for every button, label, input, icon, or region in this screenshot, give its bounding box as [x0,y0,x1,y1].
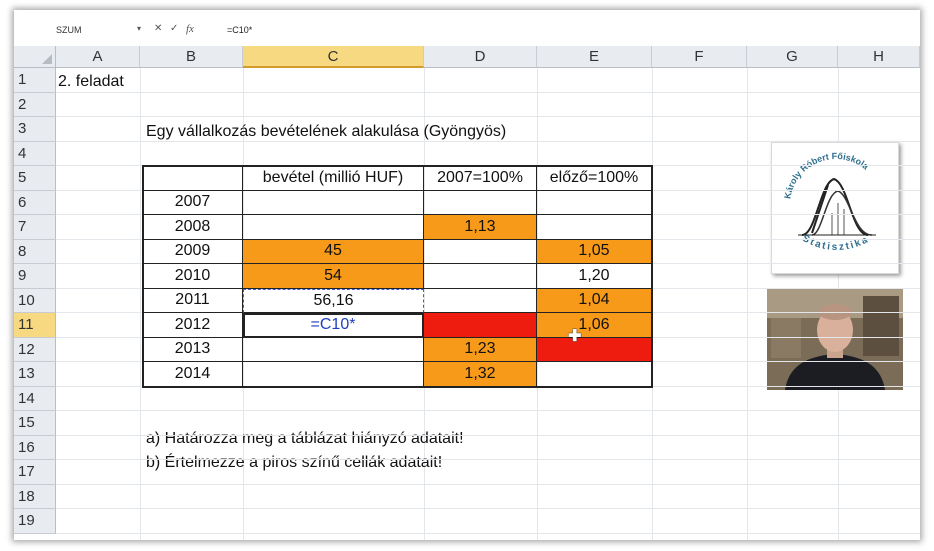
row-header[interactable]: 15 [14,411,56,436]
cell-b15[interactable]: a) Határozza meg a táblázat hiányzó adat… [146,427,464,451]
row-header[interactable]: 3 [14,117,56,142]
svg-text:Károly Róbert Főiskola: Károly Róbert Főiskola [782,151,871,200]
presenter-video [767,288,903,390]
row-header[interactable]: 7 [14,215,56,240]
column-header-a[interactable]: A [56,46,140,68]
column-header-b[interactable]: B [140,46,243,68]
row-header[interactable]: 12 [14,337,56,362]
name-box[interactable]: SZUM [56,25,82,35]
cell-cursor-icon: ✚ [568,327,582,345]
row-header[interactable]: 16 [14,435,56,460]
column-header-f[interactable]: F [652,46,747,68]
column-header-h[interactable]: H [838,46,920,68]
column-header-e[interactable]: E [537,46,652,68]
presenter-silhouette-icon [767,288,903,390]
row-header[interactable]: 9 [14,264,56,289]
statistics-logo-icon: Károly Róbert Főiskola Statisztika [782,151,876,253]
cell-b16[interactable]: b) Értelmezze a piros színű cellák adata… [146,451,442,475]
row-header[interactable]: 10 [14,288,56,313]
table-border [142,165,653,388]
row-header[interactable]: 11 [14,313,56,338]
formula-bar: SZUM ▾ ✕ ✓ fx =C10* [14,10,920,46]
row-header[interactable]: 17 [14,460,56,485]
column-header-c[interactable]: C [243,46,424,68]
row-header[interactable]: 14 [14,386,56,411]
cancel-icon[interactable]: ✕ [154,23,162,34]
logo-text-top: Károly Róbert Főiskola [782,151,871,200]
row-header[interactable]: 1 [14,68,56,93]
column-header-d[interactable]: D [424,46,537,68]
row-header[interactable]: 8 [14,239,56,264]
row-header[interactable]: 4 [14,141,56,166]
row-header[interactable]: 5 [14,166,56,191]
spreadsheet-window: SZUM ▾ ✕ ✓ fx =C10* A B C D E F G H 2. f… [14,10,920,540]
column-header-g[interactable]: G [747,46,838,68]
formula-input[interactable]: =C10* [227,25,252,35]
row-header[interactable]: 18 [14,484,56,509]
logo-text-bottom: Statisztika [800,233,869,253]
svg-text:Statisztika: Statisztika [800,233,871,253]
cell-a1[interactable]: 2. feladat [58,70,124,94]
name-box-dropdown-icon[interactable]: ▾ [137,24,141,33]
insert-function-icon[interactable]: fx [186,23,194,35]
enter-icon[interactable]: ✓ [170,23,178,34]
row-header[interactable]: 19 [14,509,56,534]
college-logo: Károly Róbert Főiskola Statisztika [771,142,899,274]
select-all-corner[interactable] [14,46,56,68]
row-header[interactable]: 6 [14,190,56,215]
row-header[interactable]: 13 [14,362,56,387]
row-header[interactable]: 2 [14,92,56,117]
